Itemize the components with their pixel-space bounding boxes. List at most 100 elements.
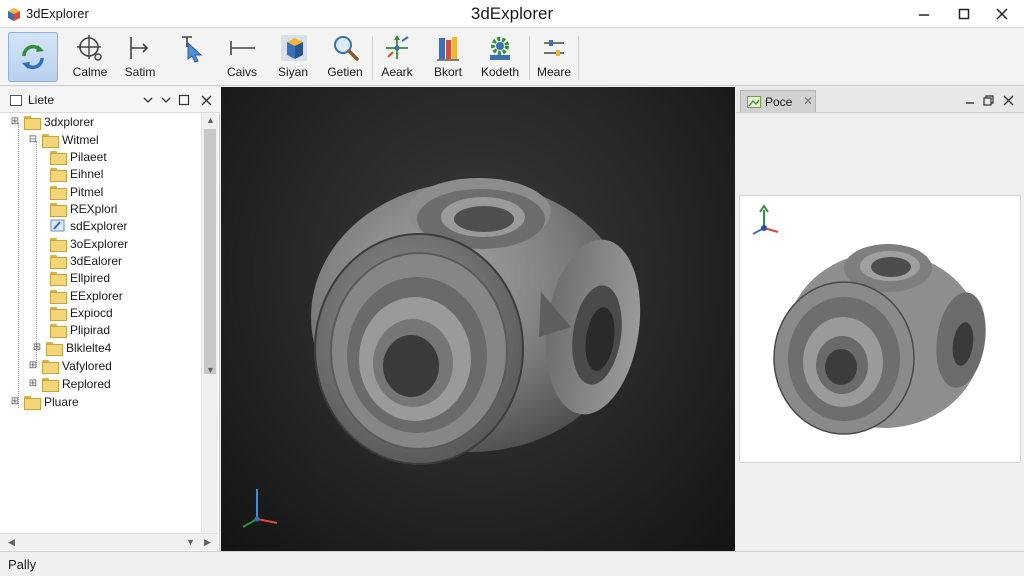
folder-icon bbox=[50, 150, 67, 165]
sliders-icon bbox=[544, 40, 564, 56]
scroll-thumb[interactable] bbox=[204, 129, 216, 374]
tool-label: Aeark bbox=[381, 65, 413, 79]
crosshair-icon bbox=[77, 35, 102, 61]
cursor-select-icon bbox=[130, 37, 149, 59]
tab-poce[interactable]: Poce ✕ bbox=[740, 90, 816, 112]
tree-item-label: Pluare bbox=[44, 394, 79, 409]
tree-item-label: Expiocd bbox=[70, 305, 113, 320]
minimize-icon bbox=[966, 102, 974, 104]
tree-horizontal-scrollbar[interactable]: ◀ ▼ ▶ bbox=[0, 533, 218, 550]
expand-toggle[interactable]: ⊟ bbox=[28, 134, 38, 145]
tree-item-label: Ellpired bbox=[70, 270, 111, 285]
aeark-tool-button[interactable]: Aeark bbox=[377, 33, 417, 83]
tree-item[interactable]: Eihnel bbox=[50, 165, 103, 182]
folder-icon bbox=[42, 133, 59, 148]
tree-item[interactable]: sdExplorer bbox=[50, 217, 127, 234]
gear-icon bbox=[490, 37, 510, 60]
tool-label: Satim bbox=[124, 65, 156, 79]
tree-item-label: Vafylored bbox=[62, 358, 112, 373]
tree-item[interactable]: Expiocd bbox=[50, 304, 113, 321]
tree-item[interactable]: Pilaeet bbox=[50, 148, 107, 165]
tree-item-label: Pitmel bbox=[70, 184, 104, 199]
rotate-tool-button[interactable] bbox=[8, 32, 58, 82]
tool-label: Bkort bbox=[433, 65, 462, 79]
toolbar-separator bbox=[529, 36, 530, 80]
tree-item[interactable]: Pitmel bbox=[50, 183, 103, 200]
close-button[interactable] bbox=[982, 0, 1022, 28]
preview-tab-bar: Poce ✕ bbox=[736, 87, 1024, 113]
panel-close-button[interactable] bbox=[1000, 92, 1016, 108]
folder-icon bbox=[42, 377, 59, 392]
kodeth-tool-button[interactable]: Kodeth bbox=[478, 33, 522, 83]
pin-button[interactable] bbox=[158, 92, 174, 108]
window-title: 3dExplorer bbox=[470, 4, 554, 23]
panel-minimize-button[interactable] bbox=[962, 92, 978, 108]
tree-item[interactable]: ⊞ Blklelte4 bbox=[32, 339, 111, 356]
calme-tool-button[interactable]: Calme bbox=[70, 33, 110, 83]
pointer-icon bbox=[182, 36, 203, 63]
folder-icon bbox=[50, 185, 67, 200]
tree-guide-line bbox=[18, 123, 19, 408]
tree-item[interactable]: ⊟ Witmel bbox=[28, 131, 99, 148]
folder-icon bbox=[50, 254, 67, 269]
satim-select-button[interactable]: Satim bbox=[172, 33, 212, 83]
tree-item-label: Pilaeet bbox=[70, 149, 107, 164]
tree-item[interactable]: REXplorl bbox=[50, 200, 117, 217]
scroll-down-icon[interactable]: ▼ bbox=[206, 365, 215, 375]
folder-icon bbox=[24, 115, 41, 130]
panel-close-button[interactable] bbox=[198, 92, 214, 108]
project-tree: ⊞ 3dxplorer ⊟ Witmel Pilaeet Eihnel Pitm… bbox=[0, 113, 200, 533]
caivs-tool-button[interactable]: Caivs bbox=[222, 33, 262, 83]
tree-item-label: 3dEalorer bbox=[70, 253, 123, 268]
3d-model[interactable] bbox=[221, 87, 735, 551]
panel-restore-button[interactable] bbox=[980, 92, 996, 108]
getien-tool-button[interactable]: Getien bbox=[324, 33, 366, 83]
close-icon[interactable]: ✕ bbox=[803, 94, 813, 108]
minimize-button[interactable] bbox=[904, 0, 944, 28]
dropdown-button[interactable] bbox=[140, 92, 156, 108]
bkort-tool-button[interactable]: Bkort bbox=[428, 33, 468, 83]
tree-item[interactable]: EExplorer bbox=[50, 287, 123, 304]
tree-item-label: sdExplorer bbox=[70, 218, 128, 233]
close-icon bbox=[201, 95, 211, 105]
expand-toggle[interactable]: ⊞ bbox=[32, 342, 42, 353]
scroll-right-icon[interactable]: ▼ bbox=[186, 537, 195, 547]
expand-toggle[interactable]: ⊞ bbox=[28, 360, 38, 371]
preview-viewport[interactable] bbox=[739, 195, 1021, 463]
tree-item[interactable]: 3oExplorer bbox=[50, 235, 128, 252]
tree-item[interactable]: Ellpired bbox=[50, 269, 110, 286]
tree-item[interactable]: ⊞ Pluare bbox=[10, 393, 79, 410]
folder-icon bbox=[50, 306, 67, 321]
preview-model bbox=[773, 244, 986, 435]
maximize-button[interactable] bbox=[944, 0, 984, 28]
document-icon bbox=[10, 95, 22, 106]
tree-item[interactable]: ⊞ Vafylored bbox=[28, 357, 112, 374]
scroll-right-icon[interactable]: ▶ bbox=[204, 537, 211, 548]
cube-icon bbox=[281, 35, 307, 61]
scroll-left-icon[interactable]: ◀ bbox=[8, 537, 15, 548]
3d-viewport[interactable] bbox=[221, 87, 735, 551]
tree-vertical-scrollbar[interactable]: ▲ ▼ bbox=[201, 113, 218, 533]
books-icon bbox=[437, 37, 459, 61]
tree-item[interactable]: ⊞ 3dxplorer bbox=[10, 113, 94, 130]
siyan-tool-button[interactable]: Siyan bbox=[272, 33, 314, 83]
satim-tool-button[interactable]: Satim bbox=[120, 33, 160, 83]
tree-item[interactable]: 3dEalorer bbox=[50, 252, 122, 269]
folder-icon bbox=[42, 359, 59, 374]
expand-toggle[interactable]: ⊞ bbox=[10, 116, 20, 127]
expand-toggle[interactable]: ⊞ bbox=[28, 378, 38, 389]
tree-item-label: EExplorer bbox=[70, 288, 123, 303]
restore-icon bbox=[982, 94, 994, 106]
tool-label: Meare bbox=[536, 65, 571, 79]
tree-item-label: Blklelte4 bbox=[66, 340, 112, 355]
tool-label: Calme bbox=[72, 65, 108, 79]
panel-maximize-button[interactable] bbox=[176, 92, 192, 108]
tool-label: Kodeth bbox=[480, 65, 520, 79]
meare-tool-button[interactable]: Meare bbox=[533, 33, 575, 83]
tree-item[interactable]: ⊞ Replored bbox=[28, 375, 111, 392]
tree-item[interactable]: Plipirad bbox=[50, 321, 110, 338]
tree-item-label: Plipirad bbox=[70, 322, 111, 337]
expand-toggle[interactable]: ⊞ bbox=[10, 396, 20, 407]
measure-icon bbox=[230, 41, 255, 55]
scroll-up-icon[interactable]: ▲ bbox=[206, 115, 215, 125]
